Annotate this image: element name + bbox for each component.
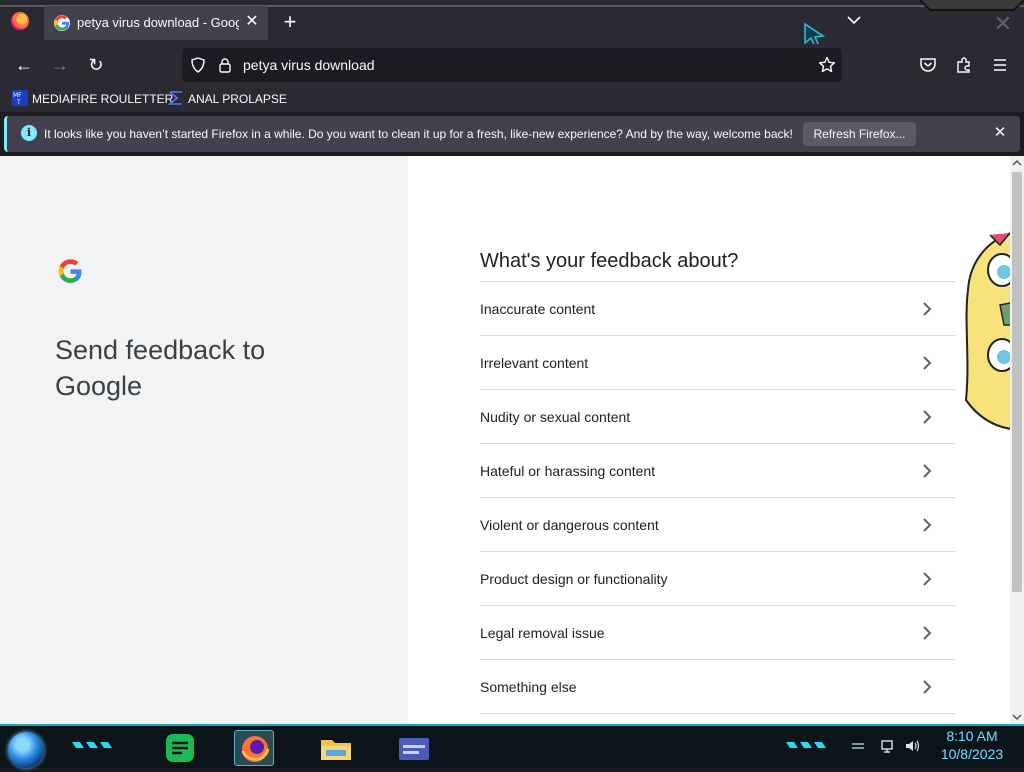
taskbar <box>0 724 1024 768</box>
refresh-firefox-notification: i It looks like you haven’t started Fire… <box>4 116 1020 152</box>
tab-title: petya virus download - Google <box>77 15 239 30</box>
option-label: Nudity or sexual content <box>480 409 631 425</box>
bookmark-label: MEDIAFIRE ROULETTER <box>32 92 174 106</box>
feedback-left-panel: Send feedback to Google <box>0 156 408 724</box>
scroll-down-arrow-icon[interactable] <box>1012 712 1022 722</box>
taskbar-decoration <box>786 742 826 748</box>
chevron-right-icon <box>923 680 932 694</box>
feedback-option[interactable]: Legal removal issue <box>480 606 956 660</box>
taskbar-notes-app[interactable] <box>160 730 200 766</box>
taskbar-window-app[interactable] <box>394 730 434 766</box>
chevron-right-icon <box>923 302 932 316</box>
list-all-tabs-chevron-icon[interactable] <box>846 12 862 28</box>
feedback-option[interactable]: Violent or dangerous content <box>480 498 956 552</box>
chevron-right-icon <box>923 518 932 532</box>
option-label: Irrelevant content <box>480 355 589 371</box>
notification-close-icon[interactable]: ✕ <box>992 125 1008 141</box>
option-label: Inaccurate content <box>480 301 596 317</box>
clock-date[interactable]: 10/8/2023 <box>932 746 1012 762</box>
option-label: Violent or dangerous content <box>480 517 659 533</box>
chevron-right-icon <box>923 410 932 424</box>
window-app-icon <box>399 738 429 760</box>
url-bar[interactable]: petya virus download <box>182 48 842 82</box>
firefox-taskbar-icon <box>241 736 270 762</box>
reload-button[interactable]: ↻ <box>84 53 108 77</box>
chevron-right-icon <box>923 572 932 586</box>
mediafire-icon: MF T <box>12 90 28 106</box>
google-favicon-icon <box>54 15 70 31</box>
svg-text:MF: MF <box>13 92 22 99</box>
back-button[interactable]: ← <box>12 53 36 77</box>
taskbar-firefox-app[interactable] <box>234 730 274 766</box>
feedback-option[interactable]: Something else <box>480 660 956 714</box>
tab-close-icon[interactable]: ✕ <box>244 14 260 30</box>
feedback-options-list: Inaccurate content Irrelevant content Nu… <box>480 282 956 714</box>
green-notes-icon <box>166 734 194 762</box>
scroll-up-arrow-icon[interactable] <box>1012 158 1022 168</box>
url-input[interactable]: petya virus download <box>243 57 375 73</box>
clock-time[interactable]: 8:10 AM <box>940 728 1004 744</box>
chevron-right-icon <box>923 626 932 640</box>
feedback-close-icon[interactable]: ✕ <box>993 13 1013 35</box>
feedback-option[interactable]: Hateful or harassing content <box>480 444 956 498</box>
notification-message: It looks like you haven’t started Firefo… <box>44 127 793 141</box>
option-label: Hateful or harassing content <box>480 463 656 479</box>
bookmark-star-icon[interactable] <box>818 56 836 74</box>
google-g-logo-icon <box>58 259 82 283</box>
scrollbar-thumb[interactable] <box>1012 172 1022 592</box>
info-icon: i <box>21 125 37 141</box>
chevron-right-icon <box>923 356 932 370</box>
chevron-right-icon <box>923 464 932 478</box>
svg-text:T: T <box>16 99 21 106</box>
tab-strip: petya virus download - Google ✕ + <box>0 0 1024 48</box>
page-scrollbar[interactable] <box>1010 156 1024 724</box>
feedback-option[interactable]: Inaccurate content <box>480 282 956 336</box>
option-label: Product design or functionality <box>480 571 668 587</box>
tab-active[interactable]: petya virus download - Google ✕ <box>44 6 268 40</box>
feedback-question: What's your feedback about? <box>480 250 739 272</box>
forward-button[interactable]: → <box>48 53 72 77</box>
refresh-firefox-button[interactable]: Refresh Firefox... <box>803 122 916 146</box>
sigma-bookmark-icon <box>168 91 182 105</box>
extensions-puzzle-icon[interactable] <box>955 56 973 74</box>
firefox-icon[interactable] <box>11 12 29 30</box>
new-tab-button[interactable]: + <box>280 11 300 33</box>
tracking-protection-shield-icon[interactable] <box>190 57 206 73</box>
volume-icon[interactable] <box>904 738 920 754</box>
feedback-heading: Send feedback to Google <box>55 335 266 401</box>
tray-overflow-icon[interactable] <box>850 738 866 754</box>
lock-icon[interactable] <box>218 57 232 73</box>
hamburger-menu-icon[interactable] <box>991 56 1009 74</box>
option-label: Something else <box>480 679 577 695</box>
navigation-toolbar: ← → ↻ petya virus download <box>0 44 1024 86</box>
feedback-option[interactable]: Product design or functionality <box>480 552 956 606</box>
bookmark-mediafire-rouletter[interactable]: MF T MEDIAFIRE ROULETTER <box>12 90 173 108</box>
network-icon[interactable] <box>880 738 896 754</box>
feedback-option[interactable]: Irrelevant content <box>480 336 956 390</box>
bookmarks-toolbar: MF T MEDIAFIRE ROULETTER ANAL PROLAPSE <box>0 86 1024 112</box>
start-button[interactable] <box>8 732 44 768</box>
option-label: Legal removal issue <box>480 625 605 641</box>
folder-icon <box>321 740 351 760</box>
taskbar-decoration <box>72 742 112 748</box>
pocket-icon[interactable] <box>919 56 937 74</box>
taskbar-file-explorer-app[interactable] <box>316 730 356 766</box>
feedback-option[interactable]: Nudity or sexual content <box>480 390 956 444</box>
bookmark-anal-prolapse[interactable]: ANAL PROLAPSE <box>168 90 287 108</box>
bookmark-label: ANAL PROLAPSE <box>188 92 287 106</box>
